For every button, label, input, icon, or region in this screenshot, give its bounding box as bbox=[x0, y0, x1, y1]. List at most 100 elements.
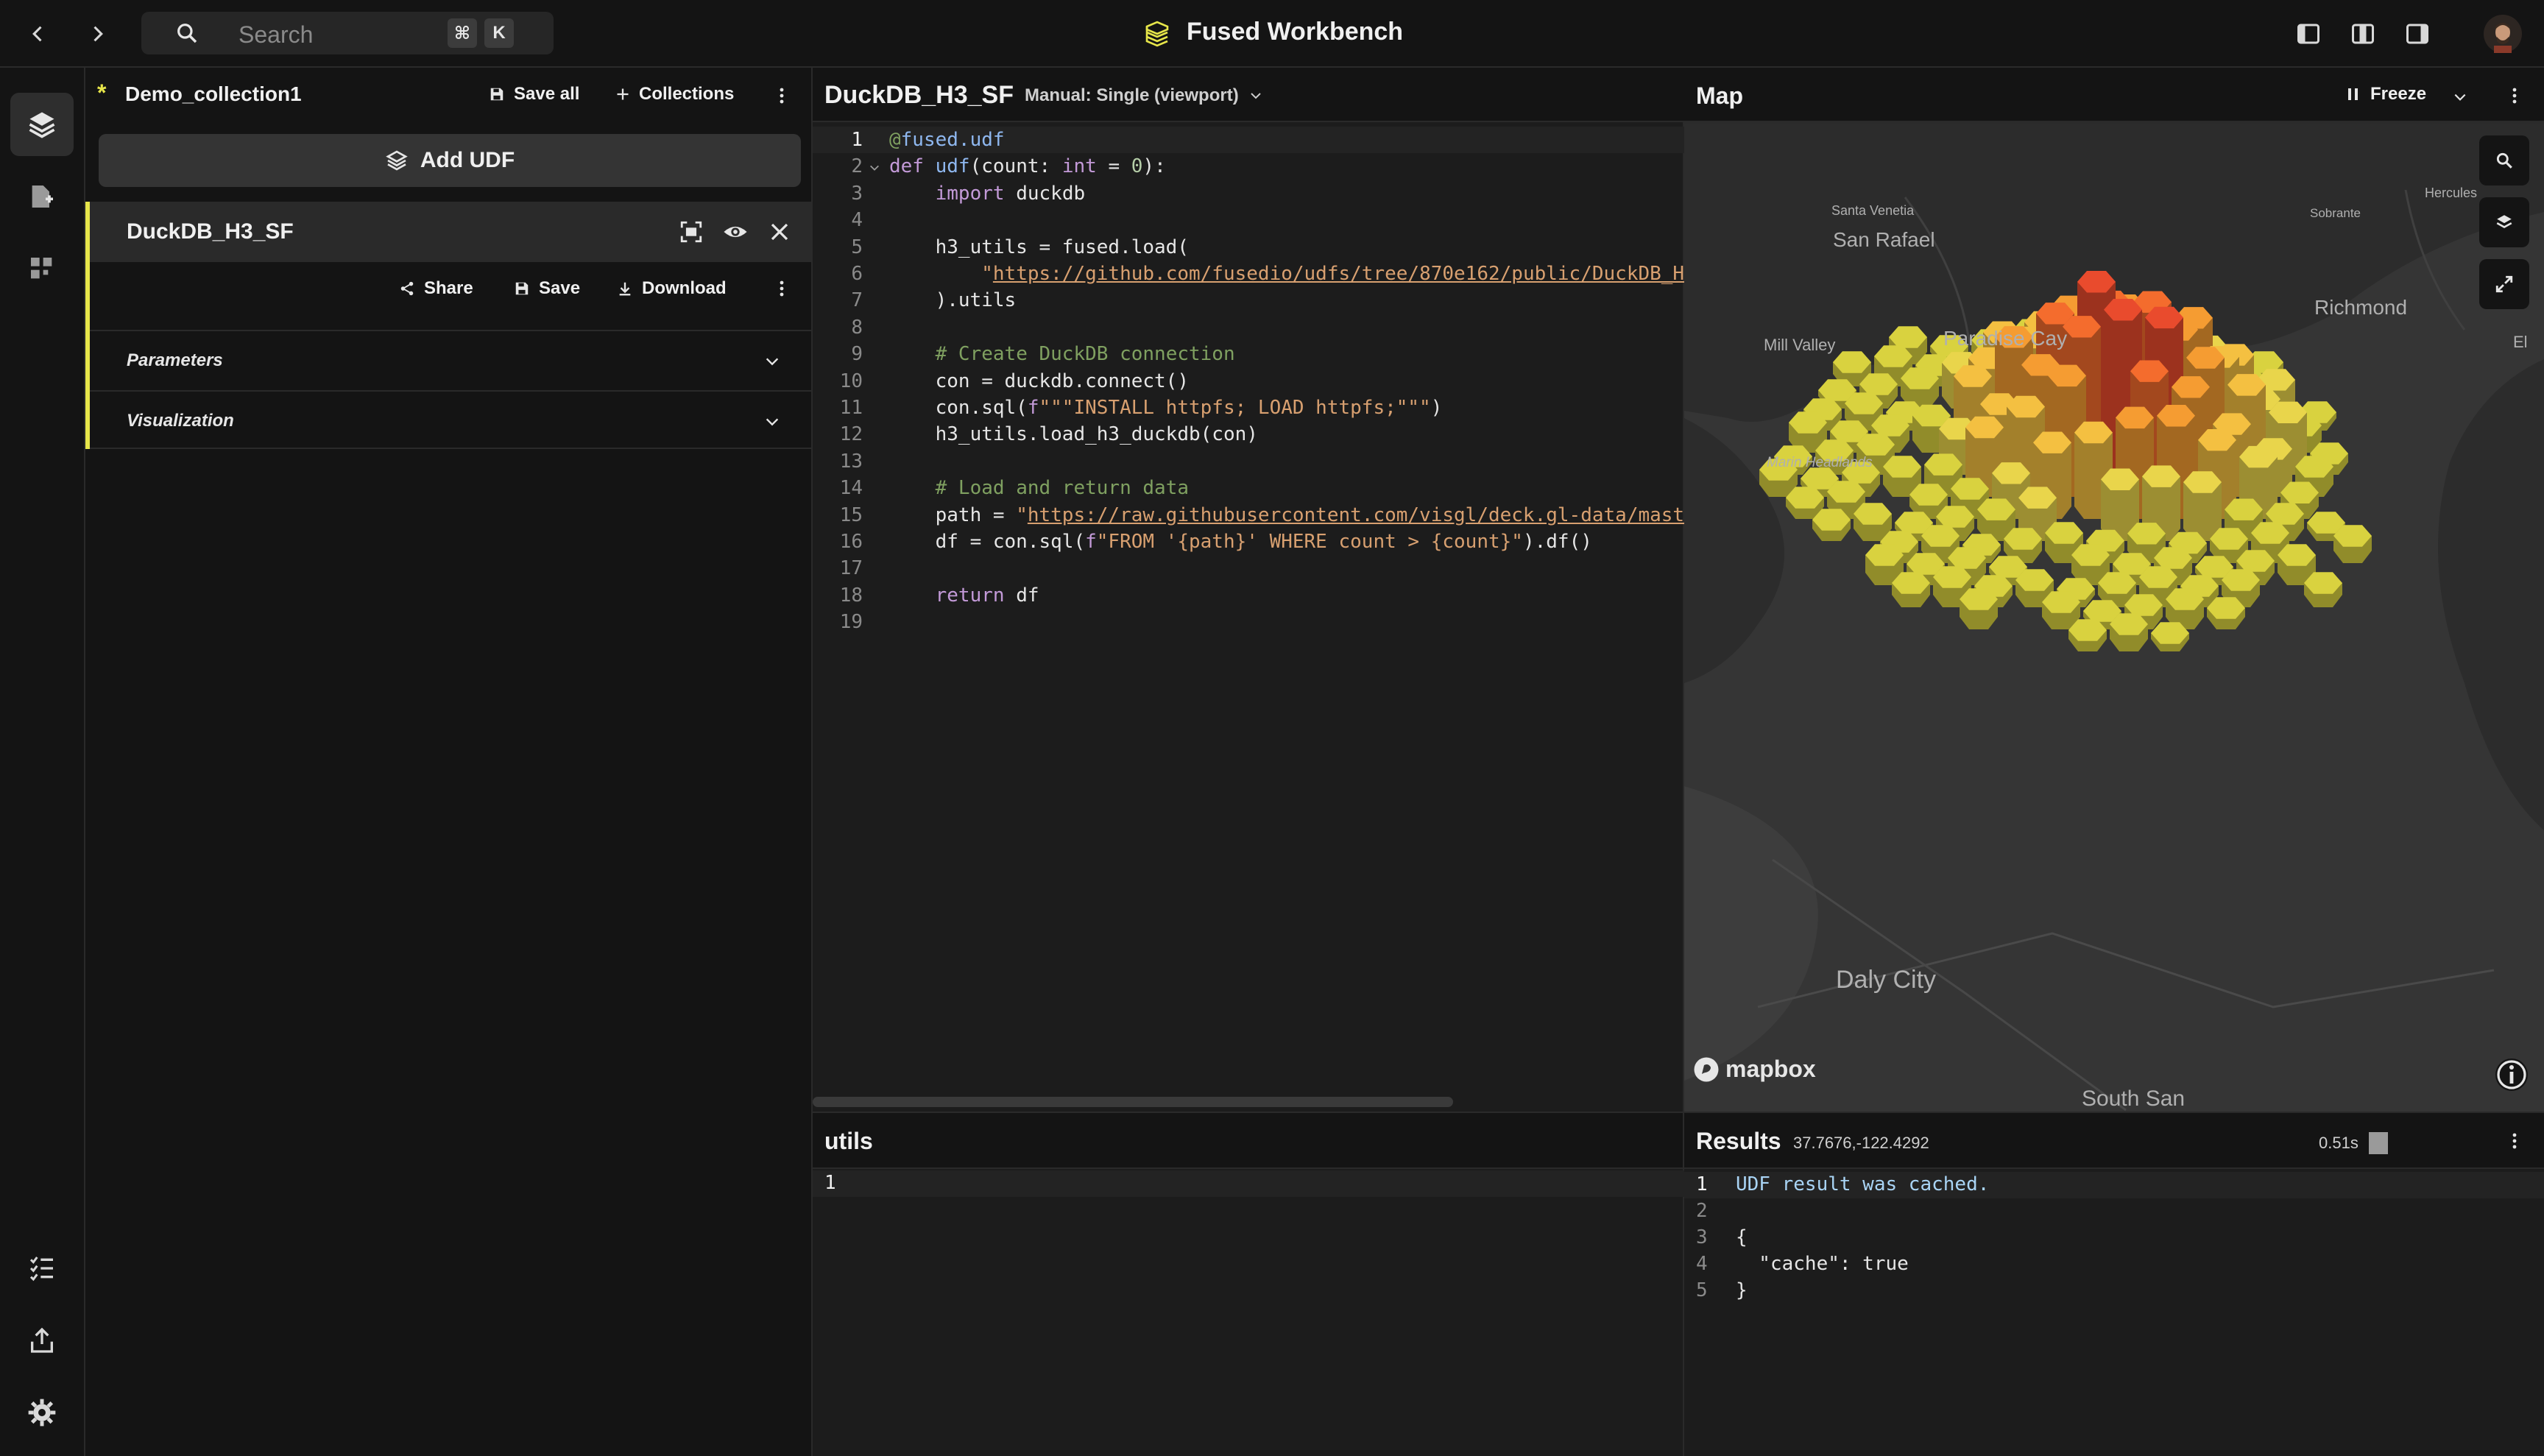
close-icon[interactable] bbox=[768, 221, 791, 243]
back-button[interactable] bbox=[18, 13, 59, 54]
rail-settings-button[interactable] bbox=[10, 1381, 74, 1444]
line-number: 5 bbox=[1696, 1279, 1708, 1301]
line-number: 16 bbox=[839, 531, 863, 553]
code-line: # Load and return data bbox=[935, 477, 1189, 500]
line-number: 4 bbox=[1696, 1253, 1708, 1275]
parameters-label: Parameters bbox=[127, 350, 223, 370]
layers-plus-icon bbox=[386, 150, 408, 171]
rail-catalog-button[interactable] bbox=[10, 237, 74, 300]
floppy-icon bbox=[515, 282, 529, 295]
line-number: 8 bbox=[851, 316, 863, 339]
line-number: 11 bbox=[839, 397, 863, 419]
line-number: 14 bbox=[839, 477, 863, 500]
code-line: con.sql(f"""INSTALL httpfs; LOAD httpfs;… bbox=[889, 397, 1443, 419]
pause-icon bbox=[2348, 88, 2358, 100]
layers-icon bbox=[29, 112, 55, 138]
line-number: 19 bbox=[839, 611, 863, 634]
grid-icon bbox=[31, 258, 52, 279]
save-all-button[interactable]: Save all bbox=[489, 84, 579, 105]
chevron-down-icon bbox=[1250, 93, 1261, 99]
code-lines: @fused.udf def udf(count: int = 0): impo… bbox=[889, 127, 1684, 642]
code-editor-panel: DuckDB_H3_SF Manual: Single (viewport) 1… bbox=[813, 68, 1684, 1112]
results-output[interactable]: 1 2 3 4 5 UDF result was cached. { "cach… bbox=[1684, 1172, 2544, 1452]
collection-menu-icon[interactable] bbox=[774, 85, 789, 106]
editor-header: DuckDB_H3_SF Manual: Single (viewport) bbox=[813, 68, 1684, 122]
add-udf-button[interactable]: Add UDF bbox=[99, 134, 801, 187]
download-button[interactable]: Download bbox=[617, 278, 727, 299]
rail-files-button[interactable] bbox=[10, 165, 74, 228]
search-input[interactable]: Search ⌘ K bbox=[141, 12, 554, 54]
visualization-section[interactable]: Visualization bbox=[90, 390, 813, 449]
horizontal-scrollbar[interactable] bbox=[813, 1097, 1453, 1107]
mapbox-logo: mapbox bbox=[1693, 1056, 1816, 1083]
map-place-label: San Rafael bbox=[1833, 228, 1935, 251]
share-button[interactable]: Share bbox=[399, 278, 473, 299]
results-menu-icon[interactable] bbox=[2507, 1131, 2522, 1151]
rail-tasks-button[interactable] bbox=[10, 1237, 74, 1300]
map-place-label: Paradise Cay bbox=[1943, 327, 2068, 350]
udf-card-header[interactable]: DuckDB_H3_SF bbox=[90, 202, 813, 262]
utils-panel: utils 1 bbox=[813, 1112, 1684, 1456]
run-mode-select[interactable]: Manual: Single (viewport) bbox=[1025, 85, 1262, 106]
line-number: 13 bbox=[839, 450, 863, 473]
map-place-label: El bbox=[2513, 333, 2528, 351]
shortcut-mod-key: ⌘ bbox=[448, 18, 477, 48]
layout-center-panel-icon[interactable] bbox=[2350, 21, 2376, 47]
timing-bar bbox=[2369, 1132, 2388, 1154]
freeze-button[interactable]: Freeze bbox=[2347, 84, 2426, 105]
code-line: df = con.sql(f"FROM '{path}' WHERE count… bbox=[889, 531, 1592, 553]
layout-right-panel-icon[interactable] bbox=[2404, 21, 2431, 47]
line-number: 3 bbox=[851, 182, 863, 205]
code-line: "https://github.com/fusedio/udfs/tree/87… bbox=[981, 263, 1684, 285]
map-menu-icon[interactable] bbox=[2507, 85, 2522, 106]
rail-share-button[interactable] bbox=[10, 1309, 74, 1372]
layout-left-panel-icon[interactable] bbox=[2295, 21, 2322, 47]
line-number: 2 bbox=[1696, 1200, 1708, 1222]
map-basemap bbox=[1684, 124, 2544, 1112]
floppy-icon bbox=[490, 88, 504, 101]
code-line: import duckdb bbox=[935, 182, 1086, 205]
map-place-label: Hercules bbox=[2425, 185, 2478, 200]
chevron-down-icon bbox=[766, 358, 779, 366]
udf-menu-icon[interactable] bbox=[774, 278, 789, 299]
map-place-label: Santa Venetia bbox=[1831, 203, 1915, 218]
line-number: 6 bbox=[851, 263, 863, 285]
utils-active-line[interactable]: 1 bbox=[813, 1170, 1684, 1197]
forward-button[interactable] bbox=[77, 13, 118, 54]
unsaved-marker: * bbox=[97, 79, 107, 106]
save-button[interactable]: Save bbox=[514, 278, 580, 299]
map-canvas[interactable]: Santa Venetia San Rafael Sobrante Hercul… bbox=[1684, 124, 2544, 1112]
map-expand-button[interactable] bbox=[2479, 259, 2529, 309]
code-line: return df bbox=[935, 584, 1039, 607]
udf-name: DuckDB_H3_SF bbox=[127, 219, 294, 244]
avatar[interactable] bbox=[2484, 15, 2522, 53]
eye-icon[interactable] bbox=[723, 219, 748, 244]
result-line: { bbox=[1736, 1226, 1748, 1248]
line-number: 18 bbox=[839, 584, 863, 607]
line-number: 3 bbox=[1696, 1226, 1708, 1248]
map-panel: Map Freeze Santa Venetia San Rafael Sobr… bbox=[1684, 68, 2544, 1112]
cursor-coordinates: 37.7676,-122.4292 bbox=[1793, 1134, 1929, 1152]
focus-icon[interactable] bbox=[679, 219, 704, 244]
left-rail bbox=[0, 68, 85, 1456]
rail-udfs-button[interactable] bbox=[10, 93, 74, 156]
code-area[interactable]: 1 2 3 4 5 6 7 8 9 10 11 12 13 14 15 16 1… bbox=[813, 127, 1684, 1084]
info-icon[interactable] bbox=[2494, 1057, 2529, 1092]
map-layers-button[interactable] bbox=[2479, 197, 2529, 247]
run-mode-label: Manual: Single (viewport) bbox=[1025, 85, 1239, 105]
results-title: Results bbox=[1696, 1128, 1781, 1154]
collection-name[interactable]: Demo_collection1 bbox=[125, 82, 302, 106]
code-line: # Create DuckDB connection bbox=[935, 343, 1235, 366]
search-icon bbox=[2496, 152, 2512, 169]
parameters-section[interactable]: Parameters bbox=[90, 330, 813, 389]
chevron-down-icon[interactable] bbox=[2453, 90, 2467, 105]
fold-chevron-icon[interactable] bbox=[869, 162, 880, 174]
gear-icon bbox=[28, 1399, 56, 1427]
collections-button[interactable]: Collections bbox=[615, 84, 734, 105]
add-udf-label: Add UDF bbox=[420, 148, 515, 172]
chevron-left-icon bbox=[32, 26, 42, 42]
map-search-button[interactable] bbox=[2479, 135, 2529, 185]
editor-title: DuckDB_H3_SF bbox=[824, 81, 1014, 109]
fused-logo-icon bbox=[1145, 21, 1169, 47]
checklist-icon bbox=[29, 1257, 53, 1282]
